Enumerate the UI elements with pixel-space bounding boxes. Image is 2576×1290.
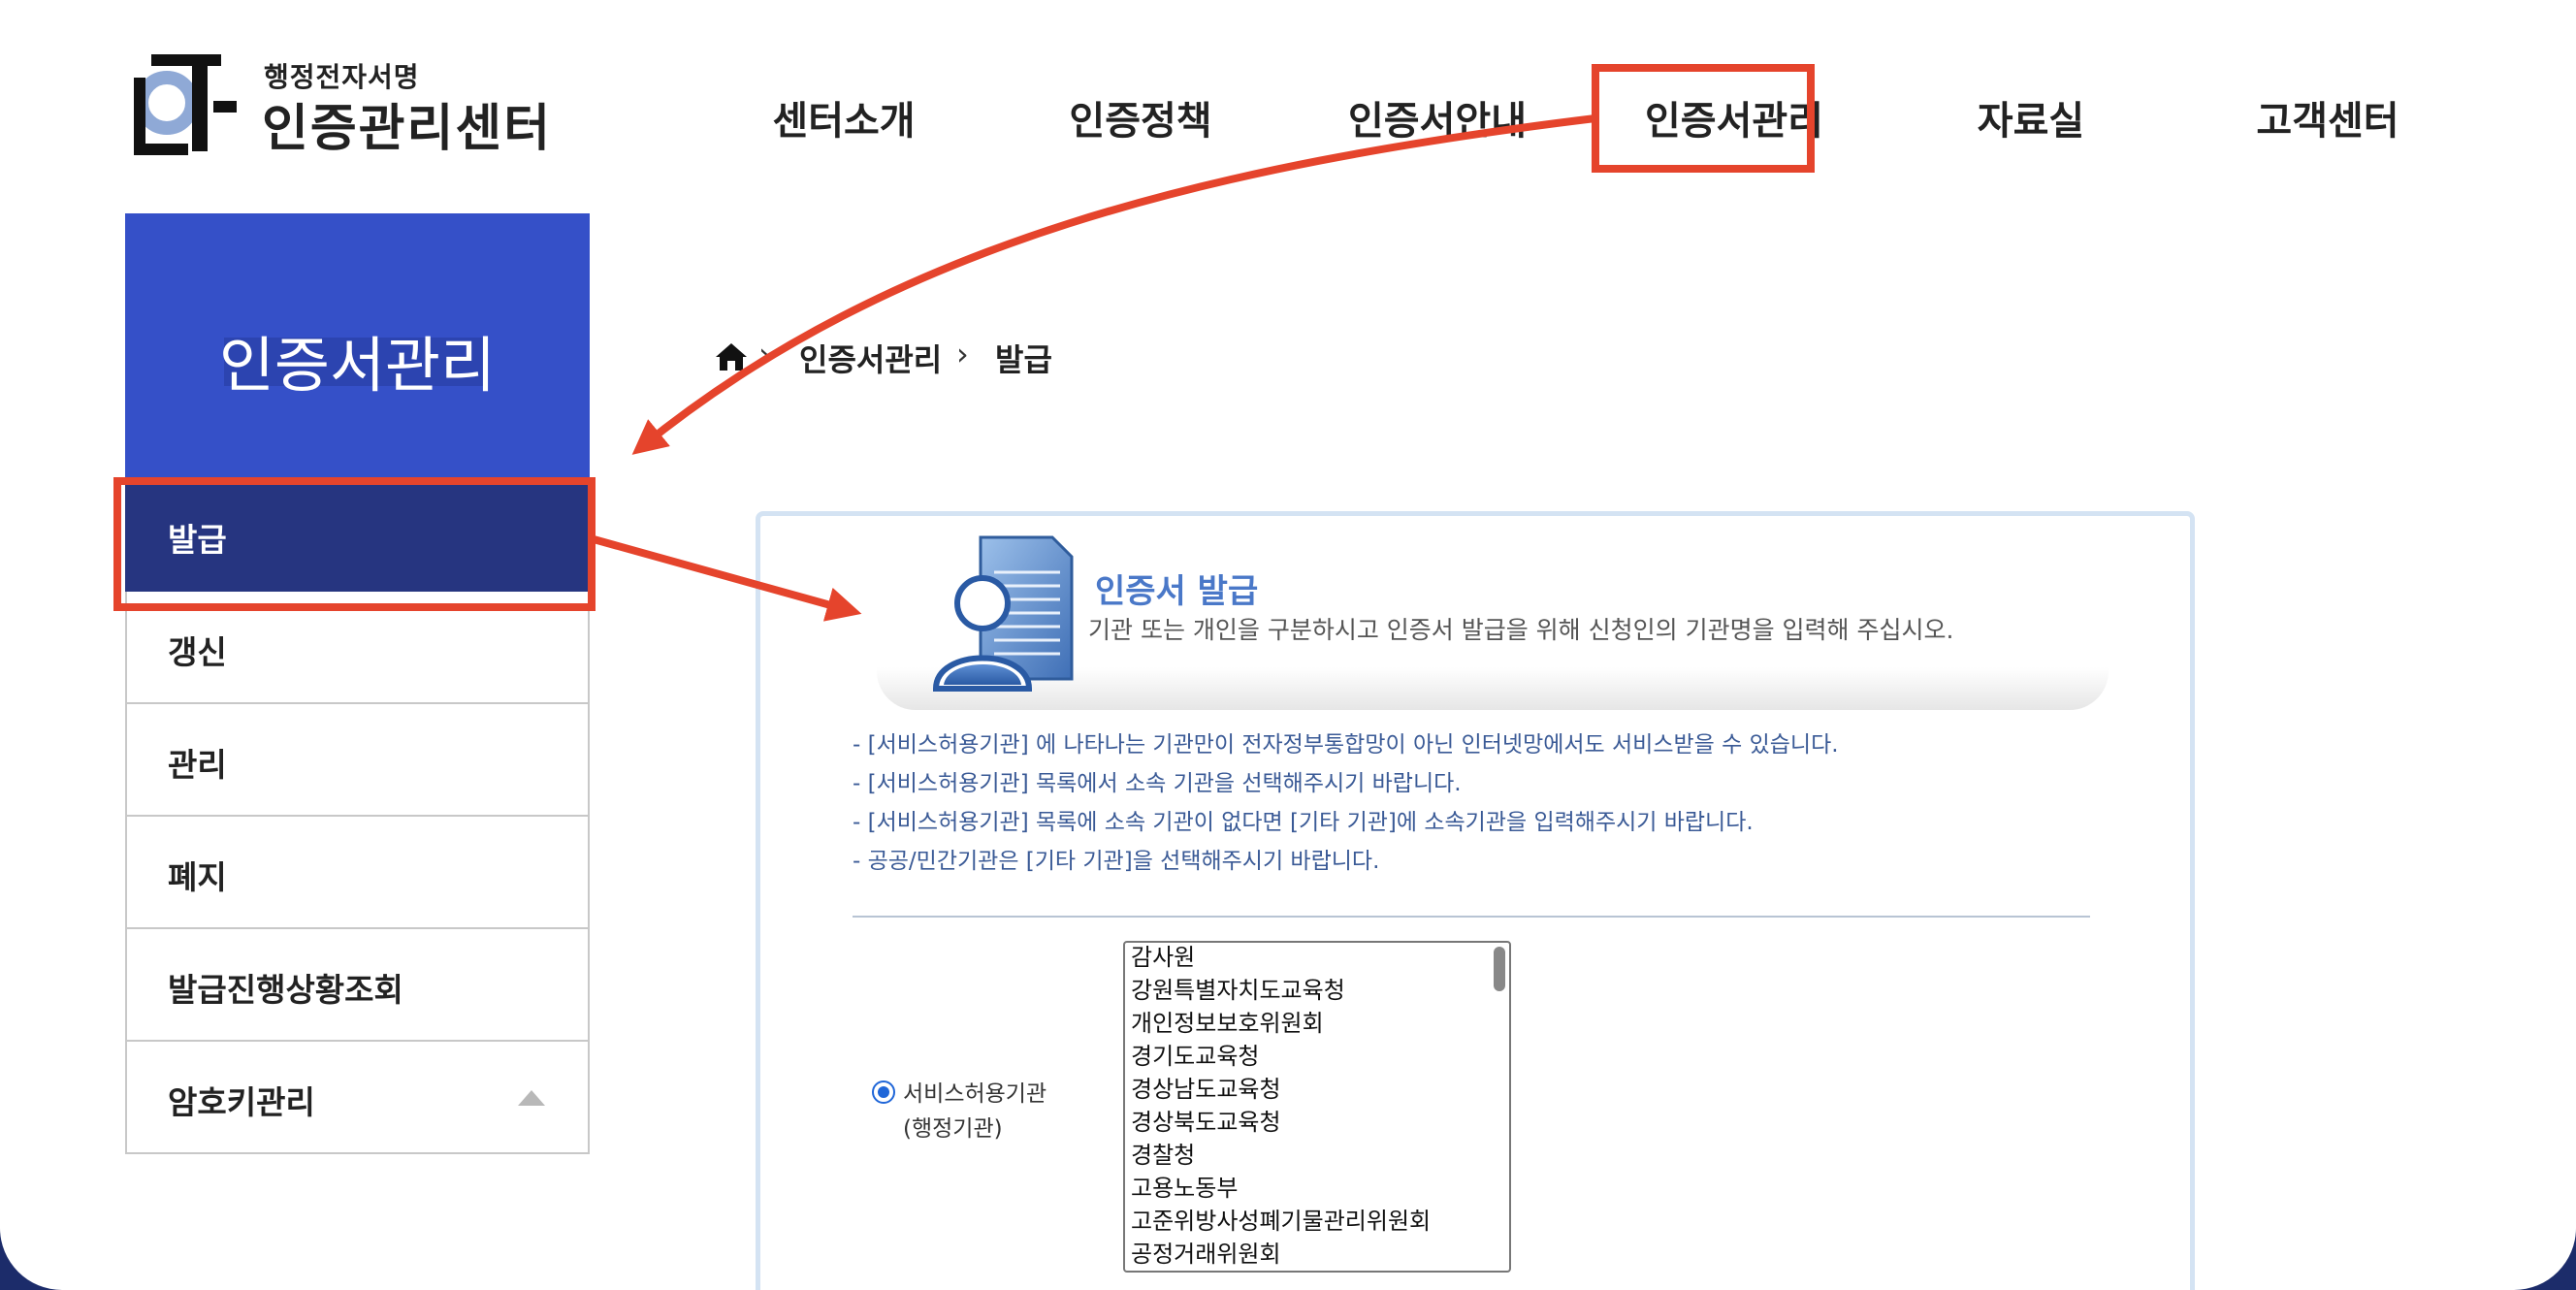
page: 행정전자서명 인증관리센터 센터소개 인증정책 인증서안내 인증서관리 자료실 … xyxy=(0,0,2576,1290)
sidebar-item-key-management[interactable]: 암호키관리 xyxy=(125,1042,590,1154)
sidebar-item-label: 폐지 xyxy=(168,858,227,896)
radio-label-line: 서비스허용기관 xyxy=(903,1081,1047,1107)
home-icon[interactable] xyxy=(714,341,749,372)
sidebar-menu: 발급 갱신 관리 폐지 발급진행상황조회 암호키관리 xyxy=(125,479,590,1154)
sidebar-item-label: 발급진행상황조회 xyxy=(168,971,403,1009)
sidebar-header: 인증서관리 xyxy=(125,213,590,479)
org-option[interactable]: 경상남도교육청 xyxy=(1131,1073,1281,1106)
notice-item: - [서비스허용기관] 에 나타나는 기관만이 전자정부통합망이 아닌 인터넷망… xyxy=(853,732,1839,758)
sidebar-item-issue-status[interactable]: 발급진행상황조회 xyxy=(125,929,590,1042)
org-option[interactable]: 강원특별자치도교육청 xyxy=(1131,974,1345,1007)
nav-item-customer-center[interactable]: 고객센터 xyxy=(2182,89,2473,145)
sidebar-item-label: 갱신 xyxy=(168,633,227,671)
sidebar-item-renew[interactable]: 갱신 xyxy=(125,592,590,704)
radio-label-line: (행정기관) xyxy=(903,1116,1003,1142)
service-org-listbox[interactable]: 감사원 강원특별자치도교육청 개인정보보호위원회 경기도교육청 경상남도교육청 … xyxy=(1123,941,1511,1273)
org-option[interactable]: 감사원 xyxy=(1131,943,1195,974)
sidebar-item-label: 관리 xyxy=(168,746,227,784)
breadcrumb-item-current: 발급 xyxy=(995,341,1052,378)
org-option[interactable]: 개인정보보호위원회 xyxy=(1131,1007,1324,1040)
logo-mark-icon xyxy=(134,54,237,155)
document-person-icon xyxy=(932,535,1074,692)
nav-item-cert-guide[interactable]: 인증서안내 xyxy=(1292,89,1583,145)
issue-description: 기관 또는 개인을 구분하시고 인증서 발급을 위해 신청인의 기관명을 입력해… xyxy=(1088,616,1954,644)
issue-panel: 인증서 발급 기관 또는 개인을 구분하시고 인증서 발급을 위해 신청인의 기… xyxy=(756,511,2195,1290)
logo-title: 인증관리센터 xyxy=(262,100,553,158)
org-option[interactable]: 공정거래위원회 xyxy=(1131,1238,1281,1271)
service-org-radio-label: 서비스허용기관 (행정기관) xyxy=(903,1077,1046,1146)
nav-item-center-intro[interactable]: 센터소개 xyxy=(698,89,989,145)
nav-item-resources[interactable]: 자료실 xyxy=(1885,89,2176,145)
org-option[interactable]: 경기도교육청 xyxy=(1131,1040,1259,1073)
sidebar-title: 인증서관리 xyxy=(218,330,497,401)
nav-item-cert-policy[interactable]: 인증정책 xyxy=(995,89,1286,145)
sidebar-item-label: 암호키관리 xyxy=(168,1083,315,1121)
sidebar-item-manage[interactable]: 관리 xyxy=(125,704,590,817)
sidebar-item-revoke[interactable]: 폐지 xyxy=(125,817,590,929)
nav-item-cert-management[interactable]: 인증서관리 xyxy=(1589,89,1880,145)
service-org-radio[interactable] xyxy=(872,1080,895,1104)
sidebar-item-issue[interactable]: 발급 xyxy=(125,479,590,592)
caret-up-icon[interactable] xyxy=(518,1090,545,1106)
site-logo[interactable]: 행정전자서명 인증관리센터 xyxy=(132,47,550,163)
chevron-right-icon: › xyxy=(956,336,969,372)
notice-item: - 공공/민간기관은 [기타 기관]을 선택해주시기 바랍니다. xyxy=(853,849,1380,874)
breadcrumb-item[interactable]: 인증서관리 xyxy=(799,336,942,380)
notice-item: - [서비스허용기관] 목록에서 소속 기관을 선택해주시기 바랍니다. xyxy=(853,771,1462,796)
notice-list: - [서비스허용기관] 에 나타나는 기관만이 전자정부통합망이 아닌 인터넷망… xyxy=(853,726,2113,881)
notice-item: - [서비스허용기관] 목록에 소속 기관이 없다면 [기타 기관]에 소속기관… xyxy=(853,810,1754,835)
issue-title: 인증서 발급 xyxy=(1095,572,1259,611)
org-option[interactable]: 고용노동부 xyxy=(1131,1172,1238,1205)
divider xyxy=(853,916,2090,918)
chevron-right-icon: › xyxy=(758,336,771,372)
org-option[interactable]: 경상북도교육청 xyxy=(1131,1106,1281,1139)
listbox-scrollbar[interactable] xyxy=(1494,947,1505,991)
org-option[interactable]: 고준위방사성폐기물관리위원회 xyxy=(1131,1205,1431,1238)
sidebar-item-label: 발급 xyxy=(168,521,227,559)
main-nav: 센터소개 인증정책 인증서안내 인증서관리 자료실 고객센터 xyxy=(698,66,2444,173)
org-option[interactable]: 경찰청 xyxy=(1131,1139,1195,1172)
